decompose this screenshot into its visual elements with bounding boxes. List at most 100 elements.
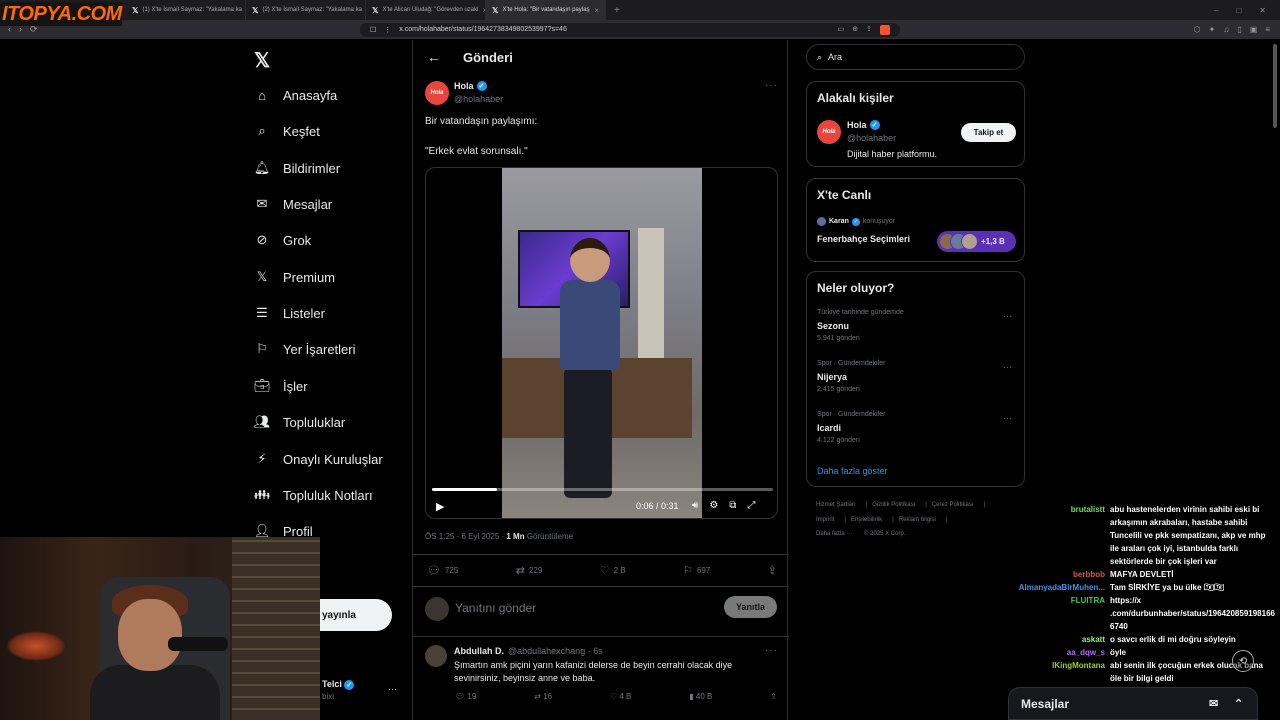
maximize-icon[interactable]: □	[1236, 6, 1241, 15]
x-logo-icon[interactable]: 𝕏	[254, 48, 270, 73]
site-info-icon[interactable]: ⋮	[384, 26, 391, 34]
live-listeners[interactable]: +1,3 B	[937, 231, 1016, 252]
play-icon[interactable]: ▶	[436, 500, 444, 513]
puzzle-icon[interactable]: ✦	[1209, 25, 1216, 34]
video-player[interactable]: ▶ 0:06 / 0:31 🔊︎ ⚙ ⧉ ⤢	[425, 167, 778, 519]
share-action[interactable]: ⇪	[768, 564, 777, 577]
footer-link[interactable]: Reklam bilgisi	[899, 517, 936, 523]
footer-link[interactable]: Gizlilik Politikası	[872, 502, 915, 508]
account-handle[interactable]: bixi	[322, 692, 334, 701]
nav-item-5[interactable]: 𝕏 Premium	[254, 267, 335, 287]
footer-link[interactable]: Çerez Politikası	[932, 502, 974, 508]
chat-username[interactable]: FLUITRA	[985, 594, 1105, 633]
related-handle[interactable]: @holahaber	[847, 133, 896, 143]
nav-item-8[interactable]: 💼︎ İşler	[254, 376, 308, 396]
account-name-text[interactable]: Telci	[322, 679, 342, 689]
bookmark-action[interactable]: ⚐ 697	[683, 564, 710, 577]
music-icon[interactable]: ♫	[1223, 25, 1229, 34]
pip-icon[interactable]: ⧉	[729, 500, 736, 511]
chat-username[interactable]: askatt	[985, 633, 1105, 646]
author-name[interactable]: Hola ✓	[454, 81, 487, 91]
comment-author-name[interactable]: Abdullah D.	[454, 646, 504, 656]
menu-icon[interactable]: ≡	[1265, 25, 1270, 34]
expand-up-icon[interactable]: ⌃	[1234, 697, 1243, 710]
nav-item-3[interactable]: ✉ Mesajlar	[254, 194, 333, 214]
close-window-icon[interactable]: ✕	[1259, 6, 1266, 15]
url-text[interactable]: x.com/holahaber/status/19642738349802539…	[399, 26, 829, 33]
author-name-text[interactable]: Hola	[454, 81, 474, 91]
comment-author-handle[interactable]: @abdullahexchang · 6s	[508, 646, 603, 656]
page-scrollbar[interactable]	[1273, 44, 1277, 128]
chat-username[interactable]: brutalistt	[985, 503, 1105, 568]
browser-tab-1[interactable]: 𝕏(1) X'te İsmail Saymaz: "Yakalama ka×	[126, 0, 246, 20]
share-icon[interactable]: ⇪	[866, 25, 872, 35]
comment-share-action[interactable]: ⇪	[770, 692, 777, 701]
volume-icon[interactable]: 🔊︎	[692, 500, 698, 511]
nav-item-4[interactable]: ⊘ Grok	[254, 230, 312, 250]
new-tab-button[interactable]: +	[606, 5, 628, 16]
browser-tab-2[interactable]: 𝕏(2) X'te İsmail Saymaz: "Yakalama ka×	[246, 0, 366, 20]
wallet-icon[interactable]: ▣	[1250, 25, 1258, 34]
nav-item-9[interactable]: 👥︎ Topluluklar	[254, 412, 345, 432]
nav-item-7[interactable]: ⚐ Yer İşaretleri	[254, 339, 355, 359]
related-avatar[interactable]: Hola	[817, 120, 841, 144]
show-more-link[interactable]: Daha fazla göster	[817, 466, 888, 476]
more-options-icon[interactable]: ···	[765, 80, 778, 91]
nav-item-0[interactable]: ⌂ Anasayfa	[254, 85, 337, 105]
account-more-icon[interactable]: ···	[388, 684, 397, 694]
live-space-name[interactable]: Fenerbahçe Seçimleri	[817, 234, 910, 244]
url-bar[interactable]: ☐ ⋮ x.com/holahaber/status/1964273834980…	[360, 22, 900, 37]
author-avatar[interactable]: Hola	[425, 81, 449, 105]
install-icon[interactable]: ▭	[838, 25, 845, 35]
related-name[interactable]: Hola ✓	[847, 120, 880, 130]
chat-username[interactable]: berbbob	[985, 568, 1105, 581]
reply-button[interactable]: Yanıtla	[724, 596, 777, 618]
trend-name[interactable]: Sezonu	[817, 321, 849, 331]
video-progress-bar[interactable]	[432, 488, 773, 491]
reply-action[interactable]: 💬︎ 725	[427, 564, 458, 577]
nav-item-6[interactable]: ☰ Listeler	[254, 303, 325, 323]
footer-link[interactable]: Erişilebilirlik	[851, 517, 882, 523]
nav-item-10[interactable]: ⚡︎ Onaylı Kuruluşlar	[254, 449, 382, 469]
nav-item-1[interactable]: ⌕ Keşfet	[254, 121, 320, 141]
back-arrow-icon[interactable]: ←	[427, 49, 441, 65]
trend-more-icon[interactable]: ···	[1003, 362, 1012, 372]
comment-more-icon[interactable]: ···	[765, 645, 778, 656]
comment-views-action[interactable]: ▮ 40 B	[689, 692, 712, 701]
repost-action[interactable]: ⇄ 229	[516, 564, 543, 577]
settings-gear-icon[interactable]: ⚙	[709, 500, 718, 511]
trend-name[interactable]: Icardi	[817, 423, 841, 433]
follow-button[interactable]: Takip et	[961, 123, 1016, 142]
footer-more-link[interactable]: Daha fazla ···	[816, 531, 852, 537]
brave-shield-icon[interactable]	[880, 24, 890, 35]
chat-username[interactable]: aa_dqw_s	[985, 646, 1105, 659]
new-message-icon[interactable]: ✉	[1209, 697, 1218, 710]
trend-more-icon[interactable]: ···	[1003, 413, 1012, 423]
minimize-icon[interactable]: –	[1214, 6, 1218, 15]
live-host[interactable]: Karan ✓ konuşuyor	[817, 217, 895, 226]
comment-reply-action[interactable]: 💬︎ 19	[455, 692, 476, 701]
browser-tab-active[interactable]: 𝕏 X'te Hola: "Bir vatandaşın paylaş ×	[486, 0, 606, 20]
footer-link[interactable]: Hizmet Şartları	[816, 502, 856, 508]
search-input[interactable]: ⌕ Ara	[806, 44, 1025, 70]
nav-item-2[interactable]: 🔔︎ Bildirimler	[254, 158, 340, 178]
sidebar-icon[interactable]: ▯	[1237, 25, 1241, 34]
author-handle[interactable]: @holahaber	[454, 94, 503, 104]
comment-repost-action[interactable]: ⇄ 16	[534, 692, 552, 701]
browser-tab-3[interactable]: 𝕏X'te Alican Uludağ: "Görevden uzakl×	[366, 0, 486, 20]
trend-more-icon[interactable]: ···	[1003, 311, 1012, 321]
trend-name[interactable]: Nijerya	[817, 372, 847, 382]
comment-like-action[interactable]: ♡ 4 B	[610, 692, 631, 701]
nav-item-11[interactable]: 👪︎ Topluluk Notları	[254, 485, 373, 505]
footer-link[interactable]: Imprint	[816, 517, 834, 523]
reply-input[interactable]: Yanıtını gönder	[455, 601, 536, 615]
chat-username[interactable]: IKingMontana	[985, 659, 1105, 685]
extensions-icon[interactable]: ⬡	[1194, 25, 1201, 34]
comment-avatar[interactable]	[425, 645, 447, 667]
account-name[interactable]: Telci ✓	[322, 679, 355, 690]
hola-avatar[interactable]: Hola	[425, 81, 449, 105]
bookmark-page-icon[interactable]: ☐	[370, 26, 376, 34]
like-action[interactable]: ♡ 2 B	[600, 564, 626, 577]
zoom-icon[interactable]: ⊕	[852, 25, 858, 35]
tweet-timestamp[interactable]: ÖS 1:25 · 6 Eyl 2025 ·	[425, 532, 506, 541]
